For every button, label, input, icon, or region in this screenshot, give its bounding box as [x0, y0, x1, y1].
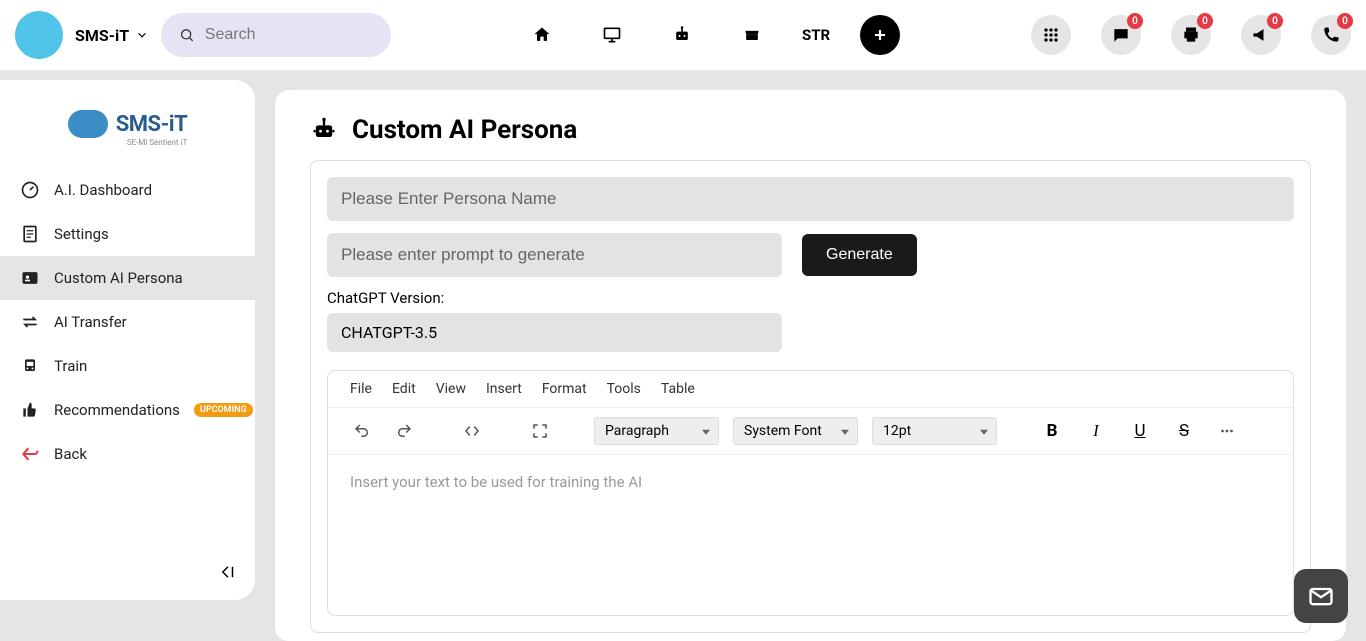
page-title-row: Custom AI Persona	[310, 115, 1311, 145]
font-family-select[interactable]: System Font	[733, 417, 858, 445]
sidebar-item-transfer[interactable]: AI Transfer	[0, 300, 255, 344]
logo-sub-text: SE-Mi Sentient iT	[127, 138, 187, 147]
mail-icon	[1307, 582, 1335, 610]
store-icon[interactable]	[732, 15, 772, 55]
sidebar-item-label: Custom AI Persona	[54, 269, 183, 287]
sidebar-item-label: AI Transfer	[54, 313, 127, 331]
code-button[interactable]	[458, 417, 486, 445]
menu-edit[interactable]: Edit	[392, 381, 416, 397]
menu-view[interactable]: View	[436, 381, 466, 397]
header: SMS-iT STR 0 0	[0, 0, 1366, 70]
underline-button[interactable]: U	[1125, 416, 1155, 446]
sidebar-collapse-button[interactable]	[219, 563, 237, 585]
add-button[interactable]	[860, 15, 900, 55]
brand-label: SMS-iT	[75, 26, 129, 45]
header-icons: STR	[522, 15, 900, 55]
font-size-select[interactable]: 12pt	[872, 417, 997, 445]
back-arrow-icon	[20, 444, 40, 464]
desktop-icon[interactable]	[592, 15, 632, 55]
sidebar-logo: SMS-iT SE-Mi Sentient iT	[0, 100, 255, 168]
undo-button[interactable]	[348, 417, 376, 445]
cloud-icon	[68, 110, 108, 138]
sidebar-item-recommendations[interactable]: Recommendations UPCOMING	[0, 388, 255, 432]
phone-badge: 0	[1337, 13, 1353, 29]
train-icon	[20, 356, 40, 376]
editor-toolbar: Paragraph System Font 12pt B I U S	[328, 408, 1293, 455]
main-area: Custom AI Persona Generate ChatGPT Versi…	[255, 70, 1366, 641]
version-label: ChatGPT Version:	[327, 289, 1294, 307]
sidebar-item-label: Settings	[54, 225, 109, 243]
editor-menubar: File Edit View Insert Format Tools Table	[328, 371, 1293, 408]
chat-badge: 0	[1127, 13, 1143, 29]
print-icon[interactable]: 0	[1171, 15, 1211, 55]
rich-text-editor: File Edit View Insert Format Tools Table	[327, 370, 1294, 616]
phone-icon[interactable]: 0	[1311, 15, 1351, 55]
prompt-input[interactable]	[327, 233, 782, 277]
transfer-icon	[20, 312, 40, 332]
print-badge: 0	[1197, 13, 1213, 29]
menu-table[interactable]: Table	[661, 381, 695, 397]
announce-icon[interactable]: 0	[1241, 15, 1281, 55]
redo-button[interactable]	[390, 417, 418, 445]
sidebar-item-dashboard[interactable]: A.I. Dashboard	[0, 168, 255, 212]
sidebar-nav: A.I. Dashboard Settings Custom AI Person…	[0, 168, 255, 476]
help-bubble[interactable]	[1294, 569, 1348, 623]
gauge-icon	[20, 180, 40, 200]
menu-tools[interactable]: Tools	[607, 381, 641, 397]
robot-icon[interactable]	[662, 15, 702, 55]
persona-name-input[interactable]	[327, 177, 1294, 221]
main-card: Custom AI Persona Generate ChatGPT Versi…	[275, 90, 1346, 641]
upcoming-badge: UPCOMING	[194, 403, 253, 417]
announce-badge: 0	[1267, 13, 1283, 29]
menu-file[interactable]: File	[350, 381, 372, 397]
search-input[interactable]	[205, 26, 373, 44]
sidebar-item-label: Recommendations	[54, 401, 180, 419]
id-card-icon	[20, 268, 40, 288]
version-select[interactable]: CHATGPT-3.5	[327, 313, 782, 352]
chevron-down-icon	[135, 28, 149, 42]
menu-format[interactable]: Format	[542, 381, 587, 397]
chat-icon[interactable]: 0	[1101, 15, 1141, 55]
strikethrough-button[interactable]: S	[1169, 416, 1199, 446]
sidebar-item-label: Back	[54, 445, 87, 463]
italic-button[interactable]: I	[1081, 416, 1111, 446]
sidebar-item-persona[interactable]: Custom AI Persona	[0, 256, 255, 300]
avatar[interactable]	[15, 11, 63, 59]
str-button[interactable]: STR	[802, 26, 830, 44]
header-right-icons: 0 0 0 0	[1031, 15, 1351, 55]
more-button[interactable]	[1213, 417, 1241, 445]
page-title: Custom AI Persona	[352, 115, 577, 145]
logo-main-text: SMS-iT	[116, 112, 187, 137]
sidebar: SMS-iT SE-Mi Sentient iT A.I. Dashboard …	[0, 80, 255, 600]
sidebar-item-label: Train	[54, 357, 87, 375]
sidebar-item-label: A.I. Dashboard	[54, 181, 152, 199]
block-format-select[interactable]: Paragraph	[594, 417, 719, 445]
search-wrapper[interactable]	[161, 13, 391, 57]
document-icon	[20, 224, 40, 244]
generate-button[interactable]: Generate	[802, 234, 917, 276]
home-icon[interactable]	[522, 15, 562, 55]
thumbs-up-icon	[20, 400, 40, 420]
form-card: Generate ChatGPT Version: CHATGPT-3.5 Fi…	[310, 160, 1311, 633]
menu-insert[interactable]: Insert	[486, 381, 522, 397]
robot-icon	[310, 116, 338, 144]
sidebar-item-settings[interactable]: Settings	[0, 212, 255, 256]
apps-icon[interactable]	[1031, 15, 1071, 55]
sidebar-item-back[interactable]: Back	[0, 432, 255, 476]
fullscreen-button[interactable]	[526, 417, 554, 445]
sidebar-item-train[interactable]: Train	[0, 344, 255, 388]
bold-button[interactable]: B	[1037, 416, 1067, 446]
brand-dropdown[interactable]: SMS-iT	[75, 26, 149, 45]
editor-body[interactable]: Insert your text to be used for training…	[328, 455, 1293, 615]
search-icon	[179, 26, 195, 44]
